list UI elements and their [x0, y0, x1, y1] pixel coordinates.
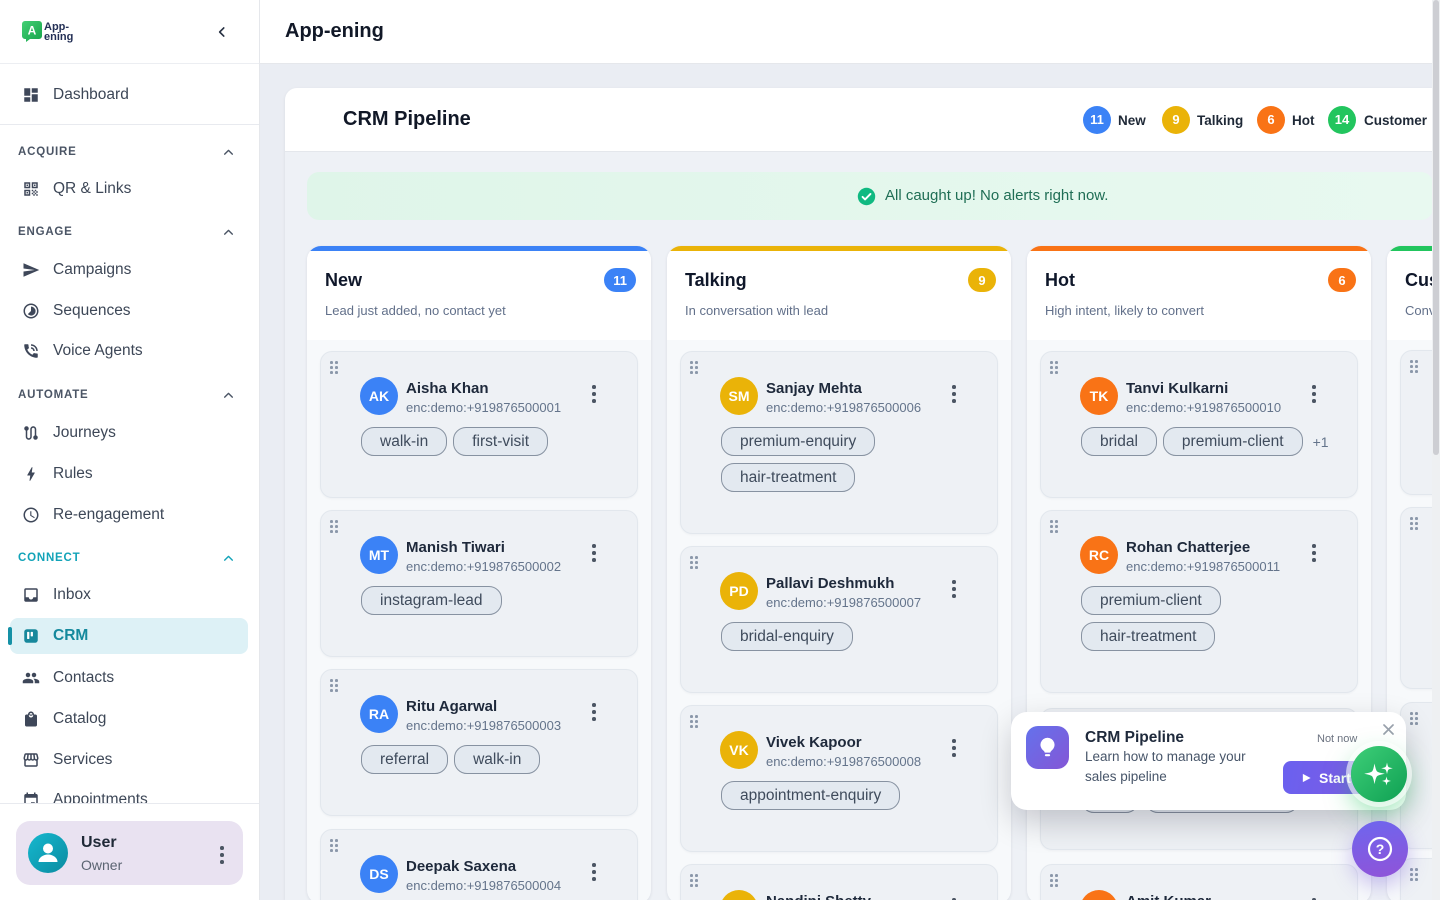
svg-text:A: A: [28, 24, 37, 38]
svg-text:?: ?: [1376, 841, 1385, 857]
